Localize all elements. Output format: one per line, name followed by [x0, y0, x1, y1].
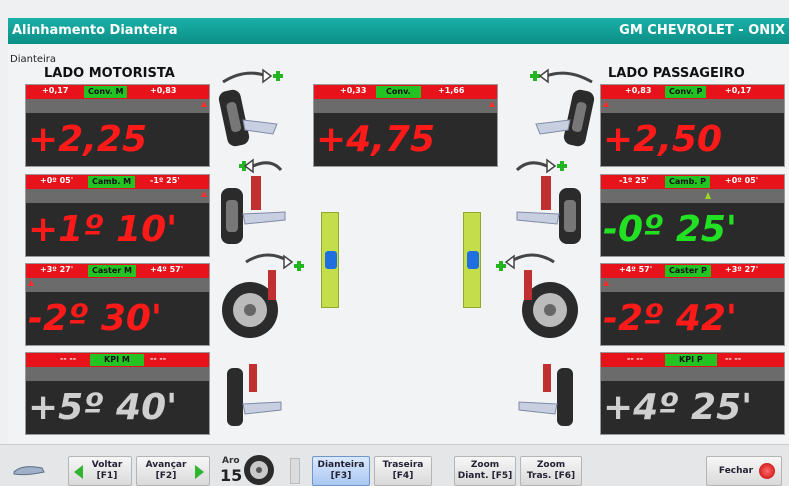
window-title: Alinhamento Dianteira	[12, 23, 178, 38]
side-title-right: LADO PASSAGEIRO	[608, 66, 745, 81]
panel-conv-total: +0,33 Conv. +1,66 +4,75	[313, 84, 498, 167]
panel-conv-p: +0,83 Conv. P +0,17 +2,50	[600, 84, 785, 167]
panel-caster-m: +3º 27' Caster M +4º 57' -2º 30'	[25, 263, 210, 346]
panel-caster-p: +4º 57' Caster P +3º 27' -2º 42'	[600, 263, 785, 346]
kpi-right-suspension-icon	[518, 364, 573, 426]
range-marker-icon	[603, 101, 609, 107]
range-marker-icon	[489, 101, 495, 107]
stop-icon	[759, 463, 775, 479]
level-indicator-icon	[325, 251, 337, 269]
caster-left-wheel-icon	[222, 253, 304, 338]
value-caster-m: -2º 30'	[28, 298, 162, 339]
fechar-button[interactable]: Fechar	[706, 456, 782, 486]
toe-left-wheel-icon	[218, 68, 283, 147]
caster-right-wheel-icon	[496, 253, 578, 338]
value-conv-total: +4,75	[316, 119, 435, 160]
zoom-diant-button[interactable]: Zoom Diant. [F5]	[454, 456, 516, 486]
voltar-button[interactable]: Voltar [F1]	[68, 456, 132, 486]
section-label: Dianteira	[10, 54, 57, 65]
vehicle-title: GM CHEVROLET - ONIX	[619, 23, 785, 38]
value-conv-p: +2,50	[603, 119, 722, 160]
level-gauge-right	[463, 212, 481, 308]
panel-camb-m: +0º 05' Camb. M -1º 25' +1º 10'	[25, 174, 210, 257]
rim-icon	[244, 455, 274, 485]
avancar-button[interactable]: Avançar [F2]	[136, 456, 210, 486]
level-gauge-left	[321, 212, 339, 308]
value-conv-m: +2,25	[28, 119, 147, 160]
panel-conv-m: +0,17 Conv. M +0,83 +2,25	[25, 84, 210, 167]
kpi-left-suspension-icon	[227, 364, 282, 426]
range-marker-icon	[705, 192, 711, 199]
value-camb-p: -0º 25'	[603, 209, 737, 250]
window-titlebar: Alinhamento Dianteira GM CHEVROLET - ONI…	[8, 18, 789, 44]
panel-camb-p: -1º 25' Camb. P +0º 05' -0º 25'	[600, 174, 785, 257]
level-indicator-icon	[467, 251, 479, 269]
arrow-right-icon	[195, 465, 204, 479]
panel-kpi-m: -- -- KPI M -- -- +5º 40'	[25, 352, 210, 435]
dianteira-button[interactable]: Dianteira [F3]	[312, 456, 370, 486]
side-title-left: LADO MOTORISTA	[44, 66, 175, 81]
aro-label: Aro	[222, 456, 240, 466]
panel-kpi-p: -- -- KPI P -- -- +4º 25'	[600, 352, 785, 435]
traseira-button[interactable]: Traseira [F4]	[374, 456, 432, 486]
value-caster-p: -2º 42'	[603, 298, 737, 339]
zoom-tras-button[interactable]: Zoom Tras. [F6]	[520, 456, 582, 486]
camber-left-wheel-icon	[221, 158, 286, 244]
value-kpi-m: +5º 40'	[28, 387, 178, 428]
aro-value: 15	[220, 466, 243, 485]
range-marker-icon	[28, 280, 34, 286]
toe-right-wheel-icon	[530, 68, 595, 147]
value-kpi-p: +4º 25'	[603, 387, 753, 428]
aro-selector[interactable]: Aro 15	[218, 454, 282, 486]
arrow-left-icon	[74, 465, 83, 479]
range-marker-icon	[603, 280, 609, 286]
range-marker-icon	[201, 191, 207, 197]
sensor-icon	[13, 466, 45, 476]
aro-scroll[interactable]	[290, 458, 300, 484]
range-marker-icon	[201, 101, 207, 107]
value-camb-m: +1º 10'	[28, 209, 178, 250]
camber-right-wheel-icon	[515, 158, 581, 244]
